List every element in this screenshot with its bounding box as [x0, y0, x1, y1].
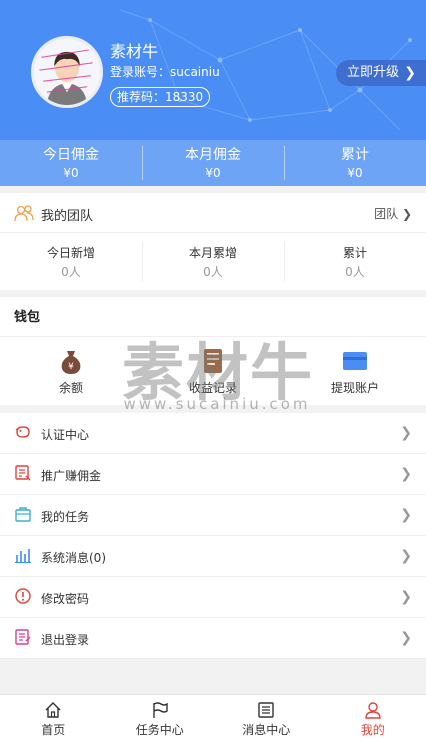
tab-label: 我的: [360, 723, 385, 737]
list-icon: [258, 702, 274, 718]
profile-header: 素材牛 登录账号：sucainiu 推荐码：18330 立即升级 ❯: [0, 0, 426, 140]
tab-label: 消息中心: [242, 723, 291, 737]
stat-value: ¥0: [347, 166, 363, 180]
income-record-icon: [204, 349, 222, 373]
money-bag-icon: ¥: [61, 351, 81, 374]
menu-item-my-tasks[interactable]: 我的任务 ❯: [0, 495, 426, 536]
upgrade-button[interactable]: 立即升级 ❯: [336, 60, 426, 86]
task-bag-icon: [15, 507, 31, 522]
stat-label: 本月佣金: [185, 147, 241, 163]
tab-message-center[interactable]: 消息中心: [213, 695, 320, 741]
avatar-image: [34, 39, 100, 105]
menu-item-certification[interactable]: 认证中心 ❯: [0, 413, 426, 454]
wallet-section: 钱包 ¥ 余额 收益记录 提现账户: [0, 297, 426, 405]
stat-value: ¥0: [205, 166, 221, 180]
logout-note-icon: [15, 629, 31, 645]
wallet-item-label: 收益记录: [188, 381, 237, 395]
team-link[interactable]: 团队 ❯: [374, 205, 412, 222]
piggy-bank-icon: [15, 426, 30, 438]
team-today: 今日新增 0人: [0, 233, 142, 290]
wallet-withdraw-account[interactable]: 提现账户: [284, 337, 426, 405]
upgrade-label: 立即升级: [347, 65, 400, 80]
bar-chart-icon: [15, 549, 31, 563]
chevron-right-icon: ❯: [400, 425, 412, 441]
team-section: 我的团队 团队 ❯ 今日新增 0人 本月累增 0人 累计 0人: [0, 193, 426, 290]
wallet-balance[interactable]: ¥ 余额: [0, 337, 142, 405]
stat-label: 累计: [341, 147, 369, 163]
wallet-item-label: 余额: [58, 381, 83, 395]
menu-item-label: 认证中心: [41, 428, 90, 442]
team-cell-label: 本月累增: [188, 246, 237, 260]
nickname: 素材牛: [110, 42, 159, 61]
tab-label: 首页: [41, 723, 66, 737]
chevron-right-icon: ❯: [400, 630, 412, 646]
stat-value: ¥0: [63, 166, 79, 180]
bottom-tab-bar: 首页 任务中心 消息中心 我的: [0, 694, 426, 741]
menu-item-label: 推广赚佣金: [41, 469, 102, 483]
svg-text:¥: ¥: [68, 362, 74, 372]
chevron-right-icon: ❯: [400, 589, 412, 605]
promotion-icon: [15, 465, 31, 481]
login-account: 登录账号：sucainiu: [110, 65, 220, 79]
earnings-summary: 今日佣金 ¥0 本月佣金 ¥0 累计 ¥0: [0, 140, 426, 186]
wallet-title: 钱包: [0, 297, 426, 337]
menu-item-logout[interactable]: 退出登录 ❯: [0, 618, 426, 659]
team-cell-label: 今日新增: [46, 246, 95, 260]
team-cell-label: 累计: [342, 246, 367, 260]
team-title: 我的团队: [41, 209, 94, 224]
menu-item-label: 我的任务: [41, 510, 90, 524]
menu-item-label: 退出登录: [41, 633, 90, 647]
wallet-item-label: 提现账户: [330, 381, 379, 395]
menu-item-promotion[interactable]: 推广赚佣金 ❯: [0, 454, 426, 495]
bank-card-icon: [343, 352, 367, 370]
chevron-right-icon: ❯: [401, 207, 412, 221]
tab-home[interactable]: 首页: [0, 695, 107, 741]
tab-mine[interactable]: 我的: [320, 695, 426, 741]
earnings-today: 今日佣金 ¥0: [0, 140, 142, 186]
earnings-month: 本月佣金 ¥0: [142, 140, 284, 186]
alert-circle-icon: [15, 588, 31, 604]
user-icon: [365, 702, 381, 719]
team-cell-value: 0人: [203, 265, 223, 279]
flag-icon: [153, 702, 168, 718]
team-total: 累计 0人: [284, 233, 426, 290]
stat-label: 今日佣金: [43, 147, 99, 163]
team-icon: [14, 205, 34, 222]
menu-item-label: 系统消息(0): [41, 551, 106, 565]
settings-menu: 认证中心 ❯ 推广赚佣金 ❯ 我的任务 ❯ 系统消息(0) ❯ 修改密码 ❯ 退…: [0, 413, 426, 659]
chevron-right-icon: ❯: [404, 65, 416, 81]
team-cell-value: 0人: [61, 265, 81, 279]
team-link-label: 团队: [374, 207, 399, 221]
menu-item-label: 修改密码: [41, 592, 90, 606]
tab-label: 任务中心: [135, 723, 184, 737]
team-cell-value: 0人: [345, 265, 365, 279]
wallet-income-record[interactable]: 收益记录: [142, 337, 284, 405]
avatar[interactable]: [31, 36, 103, 108]
menu-item-system-messages[interactable]: 系统消息(0) ❯: [0, 536, 426, 577]
chevron-right-icon: ❯: [400, 507, 412, 523]
tab-task-center[interactable]: 任务中心: [107, 695, 214, 741]
home-icon: [45, 702, 61, 718]
team-month: 本月累增 0人: [142, 233, 284, 290]
earnings-total: 累计 ¥0: [284, 140, 426, 186]
menu-item-change-password[interactable]: 修改密码 ❯: [0, 577, 426, 618]
chevron-right-icon: ❯: [400, 466, 412, 482]
chevron-right-icon: ❯: [400, 548, 412, 564]
team-header[interactable]: 我的团队 团队 ❯: [0, 193, 426, 233]
referral-code-badge: 推荐码：18330: [110, 87, 211, 107]
